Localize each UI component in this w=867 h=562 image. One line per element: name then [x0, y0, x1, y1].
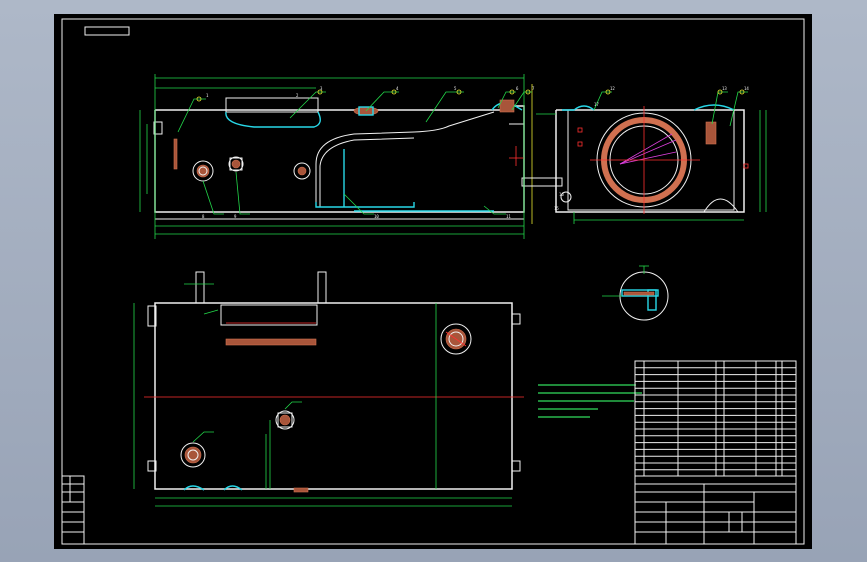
balloon-number: 12 [610, 86, 615, 91]
drawing-sheet: 1 23 4 5 6 78 9 10 1112 13 14151617 [61, 18, 805, 545]
detail-view [602, 265, 669, 321]
balloon-number: 6 [516, 86, 519, 91]
balloon-labels: 1 23 4 5 6 78 9 10 1112 13 14151617 [202, 86, 749, 219]
balloon-number: 15 [554, 206, 559, 211]
top-view [133, 271, 524, 507]
balloon-number: 9 [234, 214, 237, 219]
tech-notes [538, 384, 642, 418]
balloon-number: 10 [374, 214, 379, 219]
outer-frame [61, 18, 805, 545]
balloon-number: 4 [396, 86, 399, 91]
balloon-number: 17 [594, 102, 599, 107]
balloon-number: 7 [532, 86, 535, 91]
cad-drawing-viewport[interactable]: 1 2 3 4 5 6 7 8 9 10 11 12 13 14 15 16 17 [54, 14, 812, 549]
balloon-number: 5 [454, 86, 457, 91]
revision-block [61, 475, 85, 545]
balloon-number: 13 [722, 86, 727, 91]
balloon-number: 2 [296, 93, 299, 98]
front-outline [154, 105, 525, 213]
title-block [634, 475, 797, 545]
balloon-number: 8 [202, 214, 205, 219]
balloon-number: 11 [506, 214, 511, 219]
balloon-number: 3 [320, 86, 323, 91]
balloon-number: 14 [744, 86, 749, 91]
balloon-number: 16 [559, 192, 564, 197]
balloon-number: 1 [206, 93, 209, 98]
side-view [536, 89, 767, 224]
corner-code-box [84, 26, 130, 36]
parts-list [634, 360, 797, 477]
